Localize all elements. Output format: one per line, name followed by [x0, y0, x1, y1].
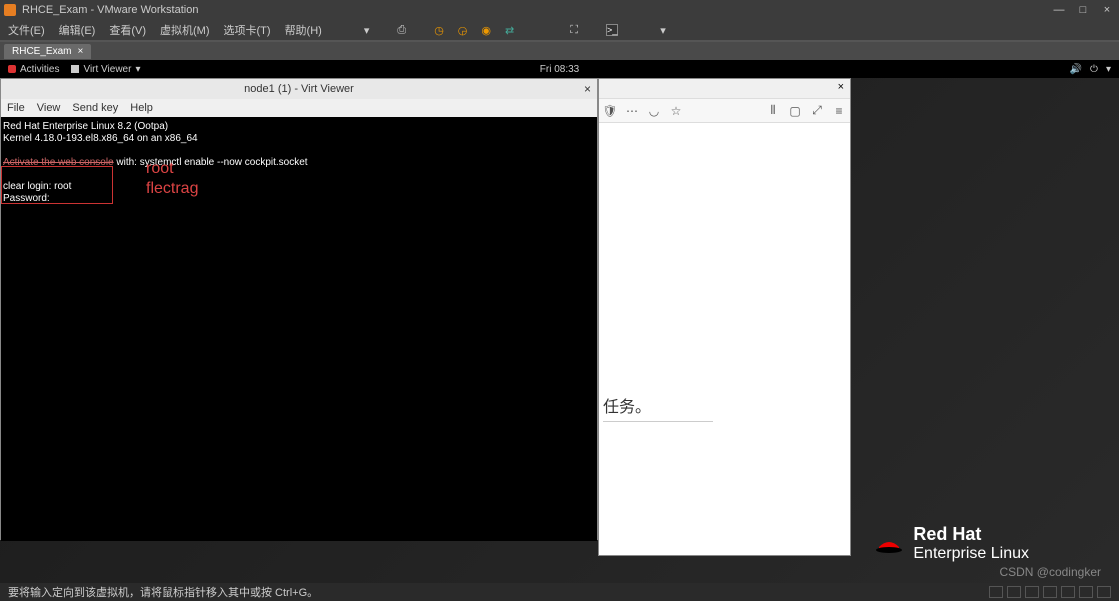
more-icon[interactable]: ⋯	[625, 104, 639, 118]
device-icon[interactable]	[1025, 586, 1039, 598]
redhat-logo: Red Hat Enterprise Linux	[875, 524, 1029, 563]
firefox-titlebar[interactable]: ×	[599, 79, 850, 99]
device-icon[interactable]	[1061, 586, 1075, 598]
term-line	[3, 145, 595, 157]
activities-button[interactable]: Activities	[8, 64, 59, 75]
dropdown-icon[interactable]: ▾	[364, 24, 370, 37]
vm-tabsbar: RHCE_Exam ×	[0, 42, 1119, 60]
shield-icon[interactable]: 🛡	[603, 104, 617, 118]
redhat-text2: Enterprise Linux	[913, 545, 1029, 563]
menu-file[interactable]: 文件(E)	[8, 22, 45, 38]
divider	[603, 421, 713, 422]
menu-tabs[interactable]: 选项卡(T)	[224, 22, 271, 38]
device-icon[interactable]	[1079, 586, 1093, 598]
minimize-button[interactable]: —	[1051, 4, 1067, 16]
desktop-area: × 🛡 ⋯ ◡ ☆ ⫴ ▢ ⤢ ≡ 任务。 node1 (1) - Virt V…	[0, 78, 1119, 583]
dropdown2-icon[interactable]: ▾	[660, 24, 666, 37]
clock-icon[interactable]: ◷	[434, 24, 444, 37]
menu-vm[interactable]: 虚拟机(M)	[160, 22, 210, 38]
fullscreen-icon[interactable]: ⛶	[570, 24, 578, 37]
hamburger-icon[interactable]: ≡	[832, 104, 846, 118]
current-app[interactable]: Virt Viewer ▾	[71, 64, 140, 75]
status-message: 要将输入定向到该虚拟机，请将鼠标指针移入其中或按 Ctrl+G。	[8, 584, 318, 600]
redhat-hat-icon	[875, 533, 903, 555]
virt-viewer-window: node1 (1) - Virt Viewer × File View Send…	[0, 78, 598, 540]
firefox-content: 任务。	[599, 123, 850, 557]
menu-view[interactable]: 查看(V)	[109, 22, 146, 38]
term-line: Kernel 4.18.0-193.el8.x86_64 on an x86_6…	[3, 133, 595, 145]
tab-close-icon[interactable]: ×	[77, 46, 83, 57]
virt-title: node1 (1) - Virt Viewer	[244, 83, 354, 95]
device-icon[interactable]	[1097, 586, 1111, 598]
statusbar: 要将输入定向到该虚拟机，请将鼠标指针移入其中或按 Ctrl+G。	[0, 583, 1119, 601]
virt-menu-help[interactable]: Help	[130, 102, 153, 114]
virt-menu-sendkey[interactable]: Send key	[72, 102, 118, 114]
virt-menubar: File View Send key Help	[1, 99, 597, 117]
clock[interactable]: Fri 08:33	[540, 64, 579, 75]
device-icon[interactable]	[1043, 586, 1057, 598]
watermark: CSDN @codingker	[999, 565, 1101, 579]
library-icon[interactable]: ⫴	[766, 104, 780, 118]
app-titlebar: RHCE_Exam - VMware Workstation — □ ×	[0, 0, 1119, 20]
power-icon[interactable]: ⏻	[1090, 64, 1098, 75]
firefox-close-icon[interactable]: ×	[838, 81, 844, 93]
virt-menu-file[interactable]: File	[7, 102, 25, 114]
status-icons	[989, 586, 1111, 598]
gnome-topbar: Activities Virt Viewer ▾ Fri 08:33 🔊 ⏻ ▾	[0, 60, 1119, 78]
bookmark-icon[interactable]: ☆	[669, 104, 683, 118]
maximize-button[interactable]: □	[1075, 4, 1091, 16]
content-text: 任务。	[603, 393, 651, 417]
vm-tab[interactable]: RHCE_Exam ×	[4, 44, 91, 59]
system-dropdown-icon[interactable]: ▾	[1106, 64, 1111, 75]
firefox-toolbar: 🛡 ⋯ ◡ ☆ ⫴ ▢ ⤢ ≡	[599, 99, 850, 123]
virt-menu-view[interactable]: View	[37, 102, 61, 114]
annotation-root: root	[146, 163, 174, 175]
terminal[interactable]: Red Hat Enterprise Linux 8.2 (Ootpa) Ker…	[1, 117, 597, 541]
app-label: Virt Viewer	[83, 64, 131, 75]
console-icon[interactable]: >_	[606, 24, 618, 36]
annotation-box	[1, 166, 113, 204]
term-line: Red Hat Enterprise Linux 8.2 (Ootpa)	[3, 121, 595, 133]
redhat-text1: Red Hat	[913, 524, 1029, 545]
menu-help[interactable]: 帮助(H)	[285, 22, 322, 38]
snapshot2-icon[interactable]: ◶	[458, 24, 468, 37]
vmware-icon	[4, 4, 16, 16]
menu-edit[interactable]: 编辑(E)	[59, 22, 96, 38]
tab-label: RHCE_Exam	[12, 46, 71, 57]
network-icon[interactable]: ⇄	[505, 24, 514, 37]
manage-icon[interactable]: ◉	[481, 24, 491, 37]
virt-close-icon[interactable]: ×	[584, 82, 591, 96]
app-dropdown-icon: ▾	[135, 64, 140, 75]
activities-icon	[8, 65, 16, 73]
expand-icon[interactable]: ⤢	[810, 104, 824, 118]
device-icon[interactable]	[989, 586, 1003, 598]
firefox-window: × 🛡 ⋯ ◡ ☆ ⫴ ▢ ⤢ ≡ 任务。	[598, 78, 851, 556]
pocket-icon[interactable]: ◡	[647, 104, 661, 118]
app-title: RHCE_Exam - VMware Workstation	[22, 4, 1051, 16]
volume-icon[interactable]: 🔊	[1070, 64, 1082, 75]
virt-titlebar[interactable]: node1 (1) - Virt Viewer ×	[1, 79, 597, 99]
device-icon[interactable]	[1007, 586, 1021, 598]
app-menubar: 文件(E) 编辑(E) 查看(V) 虚拟机(M) 选项卡(T) 帮助(H) ▾ …	[0, 20, 1119, 40]
snapshot-icon[interactable]: ⎙	[397, 24, 406, 37]
sidebar-icon[interactable]: ▢	[788, 104, 802, 118]
annotation-pass: flectrag	[146, 183, 198, 195]
close-button[interactable]: ×	[1099, 4, 1115, 16]
activities-label: Activities	[20, 64, 59, 75]
app-icon	[71, 65, 79, 73]
